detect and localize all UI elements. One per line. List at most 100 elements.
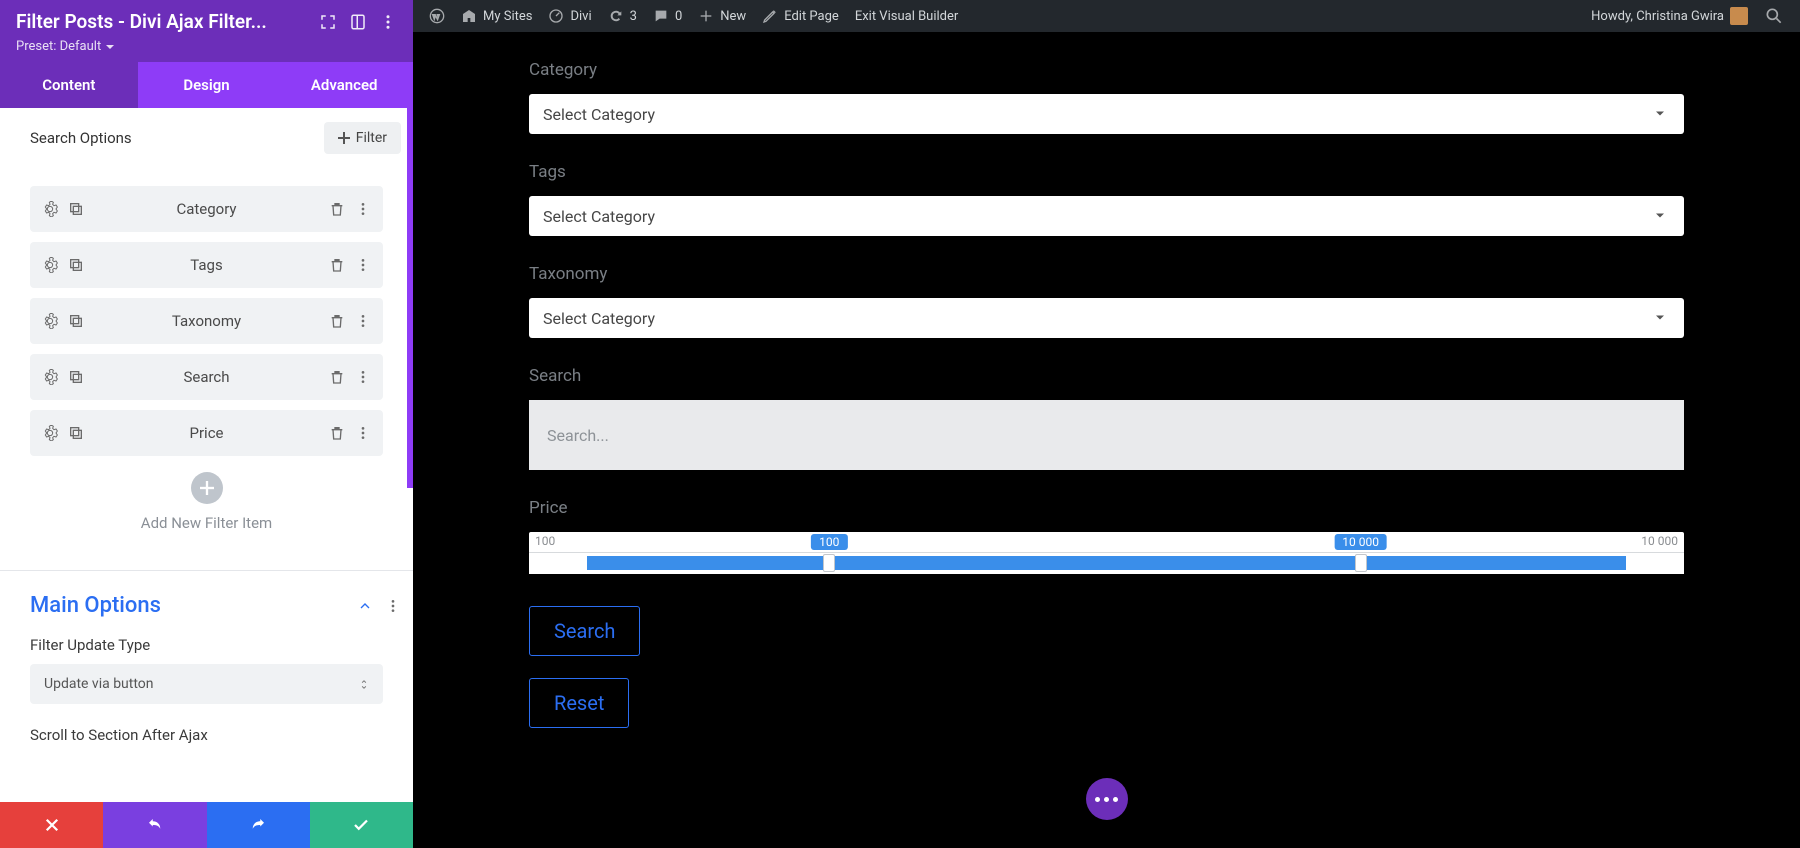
tab-advanced[interactable]: Advanced (275, 62, 413, 108)
more-icon[interactable] (355, 201, 371, 217)
chevron-down-icon (1654, 105, 1666, 124)
exit-visual-builder[interactable]: Exit Visual Builder (847, 9, 966, 24)
copy-icon[interactable] (68, 201, 84, 217)
filter-update-type-select[interactable]: Update via button (30, 664, 383, 704)
builder-fab[interactable] (1086, 778, 1128, 820)
trash-icon[interactable] (329, 425, 345, 441)
edit-page[interactable]: Edit Page (754, 8, 847, 24)
filter-item-category[interactable]: Category (30, 186, 383, 232)
my-sites[interactable]: My Sites (453, 8, 540, 24)
new-content[interactable]: New (690, 8, 754, 24)
bottom-actions (0, 802, 413, 848)
redo-icon (249, 816, 267, 834)
filter-item-taxonomy[interactable]: Taxonomy (30, 298, 383, 344)
expand-icon[interactable] (319, 13, 337, 31)
admin-search[interactable] (1756, 6, 1792, 26)
gear-icon[interactable] (42, 425, 58, 441)
taxonomy-select[interactable]: Select Category (529, 298, 1684, 338)
trash-icon[interactable] (329, 201, 345, 217)
filter-item-tags[interactable]: Tags (30, 242, 383, 288)
category-select-value: Select Category (543, 105, 655, 124)
more-icon[interactable] (355, 257, 371, 273)
cancel-button[interactable] (0, 802, 103, 848)
gear-icon[interactable] (42, 369, 58, 385)
price-handle-high[interactable] (1355, 554, 1367, 572)
updates[interactable]: 3 (600, 8, 645, 24)
responsive-icon[interactable] (349, 13, 367, 31)
item-label: Search (84, 368, 329, 386)
refresh-icon (608, 8, 624, 24)
sidebar-body: Search Options Filter Category (0, 108, 413, 802)
page-preview: Category Select Category Tags Select Cat… (413, 32, 1800, 848)
scroll-section-label: Scroll to Section After Ajax (0, 720, 413, 744)
filter-update-type-label: Filter Update Type (30, 636, 383, 654)
tags-select[interactable]: Select Category (529, 196, 1684, 236)
add-new-button[interactable] (191, 472, 223, 504)
chevron-down-icon (1654, 309, 1666, 328)
plus-icon (200, 481, 214, 495)
copy-icon[interactable] (68, 313, 84, 329)
settings-sidebar: Filter Posts - Divi Ajax Filter... Prese… (0, 0, 413, 848)
tab-design[interactable]: Design (138, 62, 276, 108)
dots-icon (1095, 797, 1118, 802)
reset-button[interactable]: Reset (529, 678, 629, 728)
add-filter-label: Filter (356, 130, 387, 146)
wp-logo[interactable] (421, 8, 453, 24)
main-options-header[interactable]: Main Options (0, 571, 413, 636)
more-icon[interactable] (355, 369, 371, 385)
price-slider[interactable]: 100 100 10 000 10 000 (529, 532, 1684, 576)
add-filter-button[interactable]: Filter (324, 122, 401, 154)
redo-button[interactable] (207, 802, 310, 848)
search-options-label: Search Options (30, 129, 324, 147)
trash-icon[interactable] (329, 257, 345, 273)
gear-icon[interactable] (42, 201, 58, 217)
search-label: Search (529, 366, 1684, 386)
tags-select-value: Select Category (543, 207, 655, 226)
more-icon[interactable] (355, 313, 371, 329)
search-icon (1764, 6, 1784, 26)
plus-icon (338, 132, 350, 144)
chevron-down-icon (105, 42, 115, 52)
close-icon (43, 816, 61, 834)
price-handle-low[interactable] (823, 554, 835, 572)
taxonomy-label: Taxonomy (529, 264, 1684, 284)
comment-icon (653, 8, 669, 24)
filter-item-search[interactable]: Search (30, 354, 383, 400)
undo-button[interactable] (103, 802, 206, 848)
wp-admin-bar: My Sites Divi 3 0 New Edit Page Exit Vis… (413, 0, 1800, 32)
tags-label: Tags (529, 162, 1684, 182)
chevron-up-icon[interactable] (357, 598, 373, 614)
more-icon[interactable] (385, 598, 401, 614)
taxonomy-select-value: Select Category (543, 309, 655, 328)
price-bubble-high: 10 000 (1334, 534, 1387, 550)
price-bubble-low: 100 (811, 534, 847, 550)
site-name[interactable]: Divi (540, 8, 599, 24)
preset-selector[interactable]: Preset: Default (16, 39, 397, 54)
pencil-icon (762, 8, 778, 24)
sites-icon (461, 8, 477, 24)
copy-icon[interactable] (68, 425, 84, 441)
filter-item-price[interactable]: Price (30, 410, 383, 456)
search-input[interactable] (529, 400, 1684, 470)
search-button[interactable]: Search (529, 606, 640, 656)
copy-icon[interactable] (68, 369, 84, 385)
save-button[interactable] (310, 802, 413, 848)
comments[interactable]: 0 (645, 8, 690, 24)
more-icon[interactable] (379, 13, 397, 31)
tab-content[interactable]: Content (0, 62, 138, 108)
copy-icon[interactable] (68, 257, 84, 273)
gear-icon[interactable] (42, 257, 58, 273)
sidebar-header: Filter Posts - Divi Ajax Filter... Prese… (0, 0, 413, 62)
filter-items-list: Category Tags (0, 168, 413, 570)
category-label: Category (529, 60, 1684, 80)
more-icon[interactable] (355, 425, 371, 441)
trash-icon[interactable] (329, 369, 345, 385)
item-label: Category (84, 200, 329, 218)
wordpress-icon (429, 8, 445, 24)
item-label: Taxonomy (84, 312, 329, 330)
category-select[interactable]: Select Category (529, 94, 1684, 134)
gear-icon[interactable] (42, 313, 58, 329)
item-label: Tags (84, 256, 329, 274)
my-account[interactable]: Howdy, Christina Gwira (1583, 7, 1756, 25)
trash-icon[interactable] (329, 313, 345, 329)
